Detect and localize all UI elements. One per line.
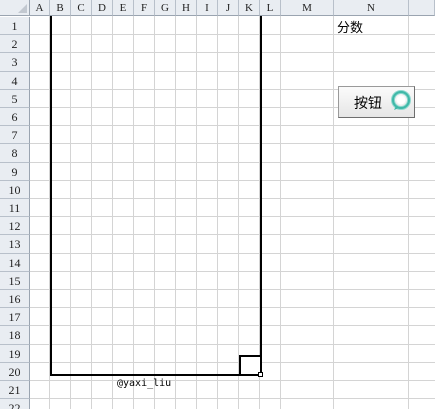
action-button-label: 按钮 [354,95,382,111]
column-header-h[interactable]: H [176,0,197,16]
row-header-6[interactable]: 6 [0,108,30,127]
column-header-f[interactable]: F [134,0,155,16]
column-header-e[interactable]: E [113,0,134,16]
column-header-d[interactable]: D [92,0,113,16]
game-frame-left [50,16,52,376]
row-header-13[interactable]: 13 [0,235,30,254]
column-header-a[interactable]: A [30,0,50,16]
game-frame-bottom [50,374,262,376]
column-header-b[interactable]: B [50,0,71,16]
select-all-corner[interactable] [0,0,30,16]
row-header-2[interactable]: 2 [0,35,30,54]
row-header-14[interactable]: 14 [0,253,30,272]
row-header-4[interactable]: 4 [0,71,30,90]
column-header-j[interactable]: J [218,0,239,16]
watermark-text: @yaxi_liu [117,378,172,389]
column-header-c[interactable]: C [71,0,92,16]
cell-grid [30,16,435,409]
row-header-16[interactable]: 16 [0,290,30,309]
column-header-i[interactable]: I [197,0,218,16]
spreadsheet[interactable]: ABCDEFGHIJKLMN 1 2 3 4 5 6 7 8 9 10 11 12 13 14 15 16 17… [0,0,435,409]
game-frame-right [260,16,262,376]
row-header-18[interactable]: 18 [0,326,30,345]
row-header-11[interactable]: 11 [0,199,30,218]
action-button[interactable]: 按钮 [338,86,415,118]
row-header-19[interactable]: 19 [0,344,30,363]
row-header-3[interactable]: 3 [0,53,30,72]
score-label-cell: 分数 [337,21,364,36]
refresh-ring-icon [390,89,412,114]
row-header-5[interactable]: 5 [0,89,30,108]
fill-handle-dot[interactable] [258,372,263,377]
column-header-k[interactable]: K [239,0,260,16]
row-header-10[interactable]: 10 [0,180,30,199]
row-header-15[interactable]: 15 [0,271,30,290]
column-header-m[interactable]: M [281,0,334,16]
column-header-l[interactable]: L [260,0,281,16]
row-header-21[interactable]: 21 [0,381,30,400]
row-header-20[interactable]: 20 [0,362,30,381]
row-header-17[interactable]: 17 [0,308,30,327]
column-header-g[interactable]: G [155,0,176,16]
row-header-7[interactable]: 7 [0,126,30,145]
row-header-9[interactable]: 9 [0,162,30,181]
row-header-8[interactable]: 8 [0,144,30,163]
row-header-1[interactable]: 1 [0,17,30,36]
column-header-n[interactable]: N [334,0,409,16]
column-header-filler [409,0,435,16]
row-header-22[interactable]: 22 [0,399,30,409]
row-header-12[interactable]: 12 [0,217,30,236]
